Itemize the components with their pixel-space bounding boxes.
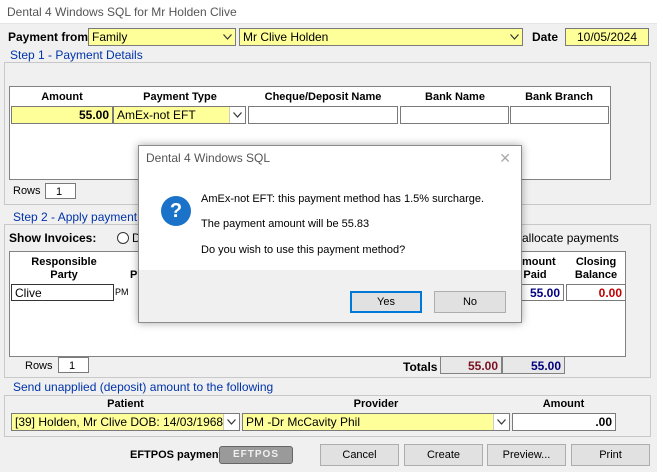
chevron-down-icon[interactable] bbox=[223, 414, 239, 430]
col-closing-2: Balance bbox=[574, 269, 618, 281]
dialog-line-2: The payment amount will be 55.83 bbox=[201, 218, 370, 230]
dialog-title: Dental 4 Windows SQL bbox=[146, 151, 271, 165]
window-title: Dental 4 Windows SQL for Mr Holden Clive bbox=[7, 5, 237, 19]
total-b: 55.00 bbox=[502, 356, 565, 374]
payment-source-combo[interactable]: Family bbox=[88, 28, 236, 46]
dialog-body: ? AmEx-not EFT: this payment method has … bbox=[139, 170, 521, 270]
step2-rows-label: Rows bbox=[25, 360, 53, 372]
surcharge-dialog: Dental 4 Windows SQL ✕ ? AmEx-not EFT: t… bbox=[138, 145, 522, 323]
cancel-button[interactable]: Cancel bbox=[320, 444, 399, 466]
deposit-amount-field[interactable]: .00 bbox=[512, 413, 616, 431]
show-invoices-radio[interactable] bbox=[117, 232, 129, 244]
col-amount-paid-2: Paid bbox=[523, 269, 547, 281]
step1-title: Step 1 - Payment Details bbox=[10, 48, 143, 62]
dialog-title-bar: Dental 4 Windows SQL ✕ bbox=[139, 146, 521, 170]
amount-field[interactable]: 55.00 bbox=[11, 106, 113, 124]
question-icon: ? bbox=[161, 196, 191, 226]
step1-rows-field[interactable]: 1 bbox=[45, 183, 76, 199]
deposit-patient-combo[interactable]: [39] Holden, Mr Clive DOB: 14/03/1968 bbox=[11, 413, 240, 431]
chevron-down-icon[interactable] bbox=[219, 29, 235, 45]
yes-button[interactable]: Yes bbox=[350, 291, 422, 313]
totals-label: Totals bbox=[403, 360, 438, 374]
step2-rows-field[interactable]: 1 bbox=[58, 357, 89, 373]
print-button-label: Print bbox=[599, 449, 622, 461]
col-patient: Patient bbox=[107, 398, 144, 410]
col-amount: Amount bbox=[41, 91, 83, 103]
col-bank-name: Bank Name bbox=[425, 91, 485, 103]
col-bank-branch: Bank Branch bbox=[525, 91, 593, 103]
row-p-cell: PM bbox=[115, 287, 129, 297]
deposit-patient-value: [39] Holden, Mr Clive DOB: 14/03/1968 bbox=[15, 415, 224, 429]
chevron-down-icon[interactable] bbox=[506, 29, 522, 45]
create-button[interactable]: Create bbox=[404, 444, 483, 466]
payment-type-combo[interactable]: AmEx-not EFT bbox=[113, 106, 246, 124]
payment-patient-value: Mr Clive Holden bbox=[243, 30, 329, 44]
eftpos-label: EFTPOS payment bbox=[130, 449, 223, 461]
window-title-bar: Dental 4 Windows SQL for Mr Holden Clive bbox=[0, 0, 657, 24]
row-balance-cell: 0.00 bbox=[566, 284, 626, 301]
chevron-down-icon[interactable] bbox=[229, 107, 245, 123]
payment-patient-combo[interactable]: Mr Clive Holden bbox=[239, 28, 523, 46]
col-deposit-amount: Amount bbox=[542, 398, 585, 410]
no-button[interactable]: No bbox=[434, 291, 506, 313]
dialog-line-3: Do you wish to use this payment method? bbox=[201, 244, 406, 256]
close-icon[interactable]: ✕ bbox=[499, 150, 511, 167]
col-closing-1: Closing bbox=[575, 256, 617, 268]
step1-rows-label: Rows bbox=[13, 185, 41, 197]
col-responsible-2: Party bbox=[50, 269, 78, 281]
eftpos-logo-button[interactable]: EFTPOS bbox=[219, 446, 293, 464]
col-provider: Provider bbox=[353, 398, 399, 410]
bank-name-field[interactable] bbox=[400, 106, 509, 124]
col-cheque-name: Cheque/Deposit Name bbox=[264, 91, 382, 103]
deposit-provider-combo[interactable]: PM -Dr McCavity Phil bbox=[242, 413, 510, 431]
col-p: P bbox=[130, 269, 138, 281]
eftpos-logo-text: EFTPOS bbox=[232, 449, 279, 460]
cheque-name-field[interactable] bbox=[248, 106, 398, 124]
create-button-label: Create bbox=[426, 449, 461, 461]
unallocate-label: allocate payments bbox=[522, 231, 619, 245]
unapplied-title: Send unapplied (deposit) amount to the f… bbox=[13, 380, 274, 394]
no-button-label: No bbox=[462, 296, 478, 308]
payment-from-label: Payment from bbox=[8, 30, 89, 44]
cancel-button-label: Cancel bbox=[342, 449, 377, 461]
row-party-cell[interactable]: Clive bbox=[11, 284, 114, 301]
yes-button-label: Yes bbox=[377, 296, 395, 308]
date-label: Date bbox=[532, 30, 559, 44]
payment-source-value: Family bbox=[92, 30, 128, 44]
deposit-provider-value: PM -Dr McCavity Phil bbox=[246, 415, 361, 429]
col-responsible-1: Responsible bbox=[31, 256, 97, 268]
col-amount-paid-1: mount bbox=[522, 256, 556, 268]
print-button[interactable]: Print bbox=[571, 444, 650, 466]
payment-type-value: AmEx-not EFT bbox=[117, 108, 196, 122]
preview-button-label: Preview... bbox=[502, 449, 551, 461]
step2-title: Step 2 - Apply payment bbox=[13, 210, 138, 224]
bank-branch-field[interactable] bbox=[510, 106, 609, 124]
chevron-down-icon[interactable] bbox=[493, 414, 509, 430]
show-invoices-label: Show Invoices: bbox=[9, 231, 97, 245]
date-field[interactable]: 10/05/2024 bbox=[565, 28, 649, 46]
total-a: 55.00 bbox=[440, 356, 502, 374]
dialog-line-1: AmEx-not EFT: this payment method has 1.… bbox=[201, 193, 485, 205]
col-payment-type: Payment Type bbox=[143, 91, 217, 103]
preview-button[interactable]: Preview... bbox=[487, 444, 566, 466]
